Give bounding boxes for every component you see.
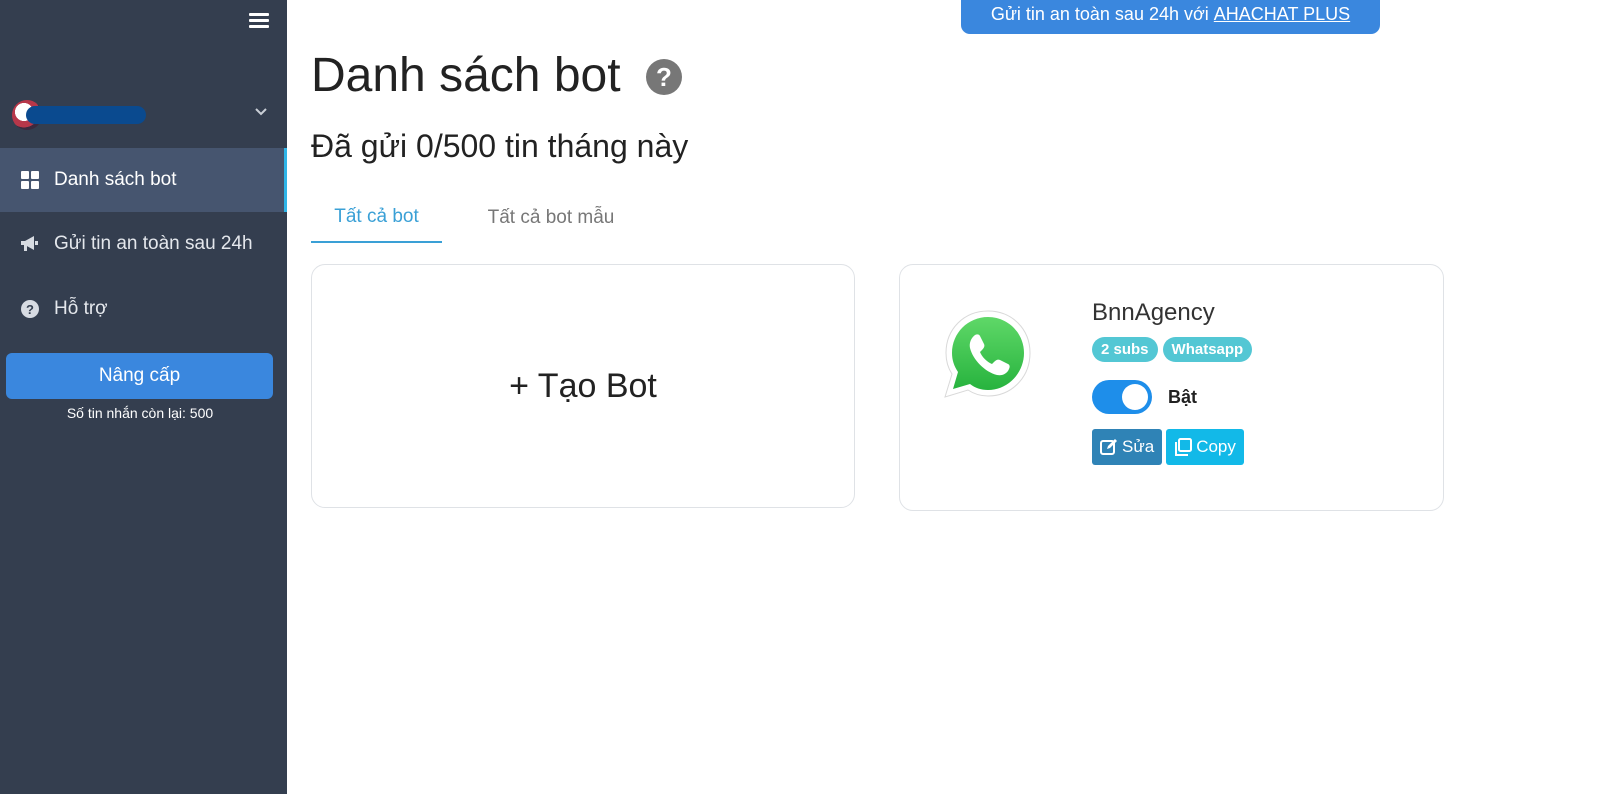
sidebar-item-label: Gửi tin an toàn sau 24h xyxy=(54,233,253,254)
tab-template-bots[interactable]: Tất cả bot mẫu xyxy=(481,193,621,243)
edit-label: Sửa xyxy=(1122,437,1155,456)
sidebar-item-bot-list[interactable]: Danh sách bot xyxy=(0,148,287,212)
whatsapp-logo-icon xyxy=(944,310,1031,398)
sidebar-item-support[interactable]: ? Hỗ trợ xyxy=(0,277,287,341)
edit-bot-button[interactable]: Sửa xyxy=(1092,429,1163,465)
subscribers-badge: 2 subs xyxy=(1092,337,1158,362)
user-name-redacted xyxy=(26,106,146,124)
platform-badge: Whatsapp xyxy=(1162,337,1253,362)
sidebar-item-label: Hỗ trợ xyxy=(54,298,108,319)
ahachat-plus-link[interactable]: AHACHAT PLUS xyxy=(1214,4,1350,25)
bot-badges: 2 subs Whatsapp xyxy=(1092,337,1253,362)
sidebar-item-safe-messaging[interactable]: Gửi tin an toàn sau 24h xyxy=(0,212,287,276)
question-circle-icon: ? xyxy=(20,299,40,319)
copy-icon xyxy=(1175,438,1193,456)
bot-enabled-toggle[interactable] xyxy=(1092,380,1152,414)
svg-text:?: ? xyxy=(656,62,672,92)
monthly-usage-text: Đã gửi 0/500 tin tháng này xyxy=(311,128,689,164)
toggle-knob xyxy=(1122,384,1148,410)
banner-text: Gửi tin an toàn sau 24h với xyxy=(990,3,1209,24)
bot-actions: Sửa Copy xyxy=(1092,429,1244,465)
ahachat-plus-banner: Gửi tin an toàn sau 24h với AHACHAT PLUS xyxy=(961,0,1380,34)
sidebar: Danh sách bot Gửi tin an toàn sau 24h ? … xyxy=(0,0,287,794)
hamburger-menu-icon[interactable] xyxy=(249,13,269,31)
bot-tabs: Tất cả bot Tất cả bot mẫu xyxy=(311,193,1451,243)
bot-card: BnnAgency 2 subs Whatsapp Bật Sửa Copy xyxy=(899,264,1444,511)
megaphone-icon xyxy=(20,234,40,254)
copy-label: Copy xyxy=(1196,437,1236,456)
user-profile-dropdown[interactable] xyxy=(12,98,274,132)
page-title: Danh sách bot xyxy=(311,49,621,102)
copy-bot-button[interactable]: Copy xyxy=(1166,429,1244,465)
upgrade-button[interactable]: Nâng cấp xyxy=(6,353,273,399)
bot-status-label: Bật xyxy=(1168,386,1198,407)
dashboard-grid-icon xyxy=(20,170,40,190)
help-icon[interactable]: ? xyxy=(646,59,682,95)
create-bot-card[interactable]: + Tạo Bot xyxy=(311,264,855,508)
sidebar-item-label: Danh sách bot xyxy=(54,169,177,190)
edit-icon xyxy=(1100,439,1117,455)
chevron-down-icon xyxy=(255,108,267,116)
bot-status-row: Bật xyxy=(1092,380,1197,414)
create-bot-label: + Tạo Bot xyxy=(509,366,657,405)
bot-name: BnnAgency xyxy=(1092,299,1215,326)
svg-text:?: ? xyxy=(26,302,34,317)
tab-all-bots[interactable]: Tất cả bot xyxy=(311,193,442,243)
remaining-messages-text: Số tin nhắn còn lại: 500 xyxy=(66,405,214,421)
